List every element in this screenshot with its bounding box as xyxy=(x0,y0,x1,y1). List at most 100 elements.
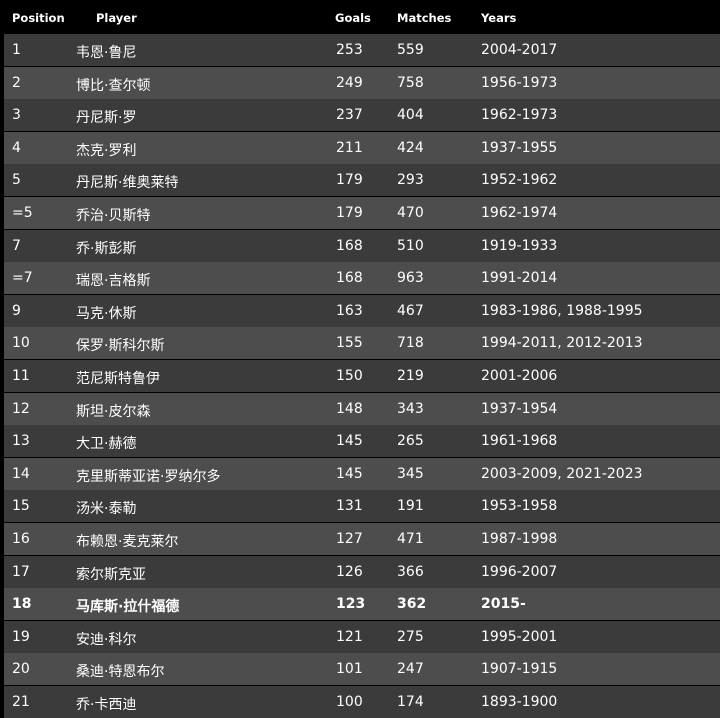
cell-goals: 145 xyxy=(336,433,363,450)
cell-years: 1962-1973 xyxy=(481,107,558,124)
cell-player: 乔·卡西迪 xyxy=(76,697,137,713)
cell-years: 1893-1900 xyxy=(481,694,558,710)
cell-player: 乔治·贝斯特 xyxy=(76,208,151,224)
cell-matches: 470 xyxy=(397,205,424,221)
cell-years: 1956-1973 xyxy=(481,74,558,91)
cell-goals: 163 xyxy=(336,302,363,319)
cell-position: 11 xyxy=(12,368,30,384)
table-row: 20 桑迪·特恩布尔 101 247 1907-1915 xyxy=(4,653,720,686)
cell-position: 16 xyxy=(12,531,30,547)
cell-goals: 131 xyxy=(336,498,363,515)
cell-matches: 424 xyxy=(397,139,424,156)
cell-matches: 275 xyxy=(397,628,424,645)
cell-years: 1987-1998 xyxy=(481,531,558,547)
cell-years: 1937-1955 xyxy=(481,139,558,156)
cell-position: 4 xyxy=(12,139,21,156)
table-row: 12 斯坦·皮尔森 148 343 1937-1954 xyxy=(4,392,720,425)
table-header: Position Player Goals Matches Years xyxy=(4,0,720,34)
cell-position: 9 xyxy=(12,302,21,319)
cell-goals: 211 xyxy=(336,139,363,156)
cell-matches: 510 xyxy=(397,237,424,254)
cell-matches: 247 xyxy=(397,661,424,678)
cell-position: 7 xyxy=(12,237,21,254)
header-player: Player xyxy=(96,11,137,25)
cell-matches: 293 xyxy=(397,172,424,189)
table-row: 3 丹尼斯·罗 237 404 1962-1973 xyxy=(4,99,720,132)
cell-goals: 249 xyxy=(336,74,363,91)
cell-goals: 123 xyxy=(336,596,366,613)
cell-position: =7 xyxy=(12,270,33,287)
cell-player: 马克·休斯 xyxy=(76,305,137,322)
cell-years: 2001-2006 xyxy=(481,368,558,384)
cell-goals: 237 xyxy=(336,107,363,124)
cell-position: 21 xyxy=(12,694,30,710)
cell-player: 杰克·罗利 xyxy=(76,142,137,159)
cell-years: 1962-1974 xyxy=(481,205,558,221)
cell-matches: 758 xyxy=(397,74,424,91)
cell-years: 1991-2014 xyxy=(481,270,558,287)
cell-player: 丹尼斯·维奥莱特 xyxy=(76,175,179,192)
cell-goals: 145 xyxy=(336,465,363,482)
table-row: 1 韦恩·鲁尼 253 559 2004-2017 xyxy=(4,34,720,66)
cell-goals: 127 xyxy=(336,531,363,547)
header-position: Position xyxy=(12,11,65,25)
cell-position: 5 xyxy=(12,172,21,189)
cell-position: 10 xyxy=(12,335,30,352)
cell-years: 2003-2009, 2021-2023 xyxy=(481,465,643,482)
cell-goals: 126 xyxy=(336,563,363,580)
cell-matches: 467 xyxy=(397,302,424,319)
table-row: 13 大卫·赫德 145 265 1961-1968 xyxy=(4,425,720,458)
cell-position: 17 xyxy=(12,563,30,580)
table-row: 21 乔·卡西迪 100 174 1893-1900 xyxy=(4,686,720,718)
table-row: 10 保罗·斯科尔斯 155 718 1994-2011, 2012-2013 xyxy=(4,327,720,360)
cell-years: 1995-2001 xyxy=(481,628,558,645)
cell-player: 范尼斯特鲁伊 xyxy=(76,371,160,387)
cell-years: 1994-2011, 2012-2013 xyxy=(481,335,643,352)
table-row: 17 索尔斯克亚 126 366 1996-2007 xyxy=(4,555,720,588)
cell-matches: 718 xyxy=(397,335,424,352)
cell-goals: 179 xyxy=(336,205,363,221)
cell-goals: 121 xyxy=(336,628,363,645)
cell-position: 3 xyxy=(12,107,21,124)
cell-position: 13 xyxy=(12,433,30,450)
cell-goals: 100 xyxy=(336,694,363,710)
cell-matches: 174 xyxy=(397,694,424,710)
cell-matches: 366 xyxy=(397,563,424,580)
cell-goals: 168 xyxy=(336,237,363,254)
cell-position: 20 xyxy=(12,661,30,678)
cell-player: 瑞恩·吉格斯 xyxy=(76,273,151,290)
cell-position: =5 xyxy=(12,205,33,221)
cell-years: 2004-2017 xyxy=(481,42,558,58)
cell-years: 1937-1954 xyxy=(481,400,558,417)
header-matches: Matches xyxy=(397,11,452,25)
cell-player: 克里斯蒂亚诺·罗纳尔多 xyxy=(76,468,221,485)
header-years: Years xyxy=(481,11,517,25)
cell-years: 1953-1958 xyxy=(481,498,558,515)
cell-matches: 191 xyxy=(397,498,424,515)
cell-matches: 343 xyxy=(397,400,424,417)
cell-position: 15 xyxy=(12,498,30,515)
scorers-table: Position Player Goals Matches Years 1 韦恩·… xyxy=(0,0,720,718)
cell-goals: 168 xyxy=(336,270,363,287)
cell-position: 18 xyxy=(12,596,32,613)
cell-matches: 471 xyxy=(397,531,424,547)
cell-player: 安迪·科尔 xyxy=(76,631,137,648)
cell-player: 保罗·斯科尔斯 xyxy=(76,338,165,355)
cell-player: 大卫·赫德 xyxy=(76,436,137,453)
cell-matches: 963 xyxy=(397,270,424,287)
table-row: 5 丹尼斯·维奥莱特 179 293 1952-1962 xyxy=(4,164,720,197)
cell-player: 索尔斯克亚 xyxy=(76,566,146,583)
cell-years: 2015- xyxy=(481,596,526,613)
cell-years: 1961-1968 xyxy=(481,433,558,450)
cell-matches: 559 xyxy=(397,42,424,58)
cell-years: 1983-1986, 1988-1995 xyxy=(481,302,643,319)
cell-position: 2 xyxy=(12,74,21,91)
table-row: 4 杰克·罗利 211 424 1937-1955 xyxy=(4,131,720,164)
cell-goals: 150 xyxy=(336,368,363,384)
cell-years: 1952-1962 xyxy=(481,172,558,189)
header-goals: Goals xyxy=(335,11,371,25)
cell-goals: 179 xyxy=(336,172,363,189)
cell-goals: 148 xyxy=(336,400,363,417)
cell-position: 19 xyxy=(12,628,30,645)
cell-goals: 253 xyxy=(336,42,363,58)
